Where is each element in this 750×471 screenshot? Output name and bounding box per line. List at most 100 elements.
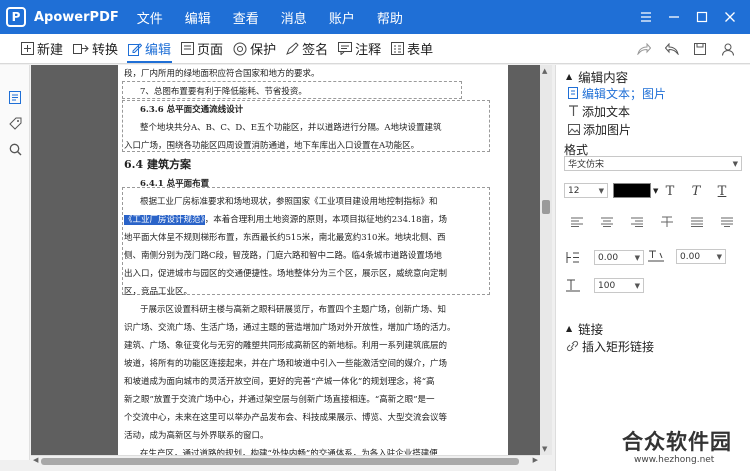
- share-icon[interactable]: [630, 35, 658, 63]
- window-controls: [632, 0, 744, 34]
- doc-line[interactable]: 根据工业厂房标准要求和场地现状，参照国家《工业项目建设用地控制指标》和: [124, 193, 500, 211]
- bookmark-icon[interactable]: [0, 110, 30, 136]
- bold-icon[interactable]: T: [660, 181, 680, 201]
- page-label: 页面: [197, 43, 224, 58]
- add-text-label: 添加文本: [582, 104, 631, 119]
- form-button[interactable]: 表单: [386, 34, 438, 64]
- sign-label: 签名: [302, 43, 329, 58]
- doc-line[interactable]: 段，厂内所用的绿地面积应符合国家和地方的要求。: [124, 65, 500, 83]
- doc-line[interactable]: 整个地块共分A、B、C、D、E五个功能区，并以道路进行分隔。A地块设置建筑: [124, 119, 500, 137]
- chevron-down-icon: ▼: [732, 160, 738, 168]
- doc-line[interactable]: 侧、南侧分别为茂门路C段，智茂路，门庭六路和智中二路。临4条城市道路设置场地: [124, 247, 500, 265]
- strikethrough-icon[interactable]: [656, 212, 678, 232]
- doc-line[interactable]: 活动，成为高新区与外界联系的窗口。: [124, 427, 500, 445]
- add-image-icon: [568, 123, 580, 135]
- align-right-icon[interactable]: [626, 212, 648, 232]
- add-image-label: 添加图片: [583, 122, 632, 137]
- scroll-right-arrow-icon[interactable]: ▶: [533, 456, 538, 464]
- doc-line[interactable]: 于展示区设置科研主楼与高新之眼科研展览厅，布置四个主题广场，创新广场、知: [124, 301, 500, 319]
- line-spacing-control: 0.00 ▼: [566, 250, 644, 265]
- doc-line[interactable]: 识广场、交流广场、生活广场，通过主题的营造增加广场对外开放性，增加广场的活力。: [124, 319, 500, 337]
- insert-rect-link-label: 插入矩形链接: [582, 339, 655, 354]
- maximize-icon[interactable]: [688, 5, 716, 29]
- sign-button[interactable]: 签名: [281, 34, 333, 64]
- menu-account[interactable]: 账户: [329, 8, 355, 27]
- scroll-left-arrow-icon[interactable]: ◀: [33, 456, 38, 464]
- close-icon[interactable]: [716, 5, 744, 29]
- insert-rect-link-option[interactable]: 插入矩形链接: [566, 337, 654, 355]
- align-justify-icon[interactable]: [686, 212, 708, 232]
- watermark: 合众软件园 www.hezhong.net: [614, 424, 750, 471]
- text-style-group: T T T: [660, 181, 732, 201]
- doc-line[interactable]: 建筑、广场、象征变化与无穷的雕塑共同形成高新区的新地标。利用一系列建筑底层的: [124, 337, 500, 355]
- chevron-down-icon: ▼: [634, 254, 640, 262]
- align-center-icon[interactable]: [596, 212, 618, 232]
- scroll-up-arrow-icon[interactable]: ▲: [542, 67, 547, 75]
- minimize-icon[interactable]: [660, 5, 688, 29]
- char-spacing-value: 0.00: [680, 251, 701, 262]
- horizontal-scroll-thumb[interactable]: [41, 458, 519, 465]
- menu-view[interactable]: 查看: [233, 8, 259, 27]
- thumbnail-icon[interactable]: [0, 84, 30, 110]
- doc-line[interactable]: 出入口，促进城市与园区的交通便捷性。场地整体分为三个区，展示区，威统意向定制: [124, 265, 500, 283]
- doc-line[interactable]: 坡道，将所有的功能区连接起来，并在广场和坡道中引入一些能激活空间的媒介，广场: [124, 355, 500, 373]
- underline-icon[interactable]: T: [712, 181, 732, 201]
- link-header[interactable]: ▲ 链接: [566, 319, 603, 338]
- add-text-option[interactable]: 添加文本: [568, 102, 630, 120]
- horizontal-scrollbar[interactable]: ◀ ▶: [31, 455, 540, 467]
- edit-text-image-option[interactable]: 编辑文本；图片: [568, 84, 666, 102]
- chevron-down-icon: ▼: [598, 187, 604, 195]
- menu-file[interactable]: 文件: [137, 8, 163, 27]
- protect-button[interactable]: 保护: [228, 34, 281, 64]
- vertical-scrollbar[interactable]: ▲ ▼: [540, 65, 552, 455]
- undo-icon[interactable]: [658, 35, 686, 63]
- page-button[interactable]: 页面: [176, 34, 228, 64]
- search-icon[interactable]: [0, 136, 30, 162]
- font-family-select[interactable]: 华文仿宋 ▼: [564, 156, 742, 171]
- doc-line[interactable]: 个交流中心，未来在这里可以举办产品发布会、科技成果展示、博览、大型交流会议等: [124, 409, 500, 427]
- italic-icon[interactable]: T: [686, 181, 706, 201]
- scale-select[interactable]: 100 ▼: [594, 278, 644, 293]
- char-spacing-select[interactable]: 0.00 ▼: [676, 249, 726, 264]
- edit-tab-button[interactable]: 编辑: [123, 34, 176, 64]
- font-size-select[interactable]: 12 ▼: [564, 183, 608, 198]
- new-button[interactable]: 新建: [16, 34, 68, 64]
- scroll-down-arrow-icon[interactable]: ▼: [542, 445, 547, 453]
- doc-line[interactable]: 地平面大体呈不规则梯形布置，东西最长约515米，南北最宽约310米。地块北侧、西: [124, 229, 500, 247]
- convert-button[interactable]: 转换: [68, 34, 123, 64]
- doc-line[interactable]: 新之眼”放置于交流广场中心，并通过架空层与创新广场直接相连。“高新之眼”是一: [124, 391, 500, 409]
- doc-line[interactable]: 《工业厂房设计规范》，本着合理利用土地资源的原则，本项目拟征地约234.18亩，…: [124, 211, 500, 229]
- form-label: 表单: [407, 43, 434, 58]
- add-image-option[interactable]: 添加图片: [568, 120, 631, 138]
- link-icon: [566, 340, 579, 352]
- doc-line[interactable]: 和坡道成为面向城市的灵活开放空间，更好的完善“产城一体化”的规划理念，将“高: [124, 373, 500, 391]
- menu-help[interactable]: 帮助: [377, 8, 403, 27]
- watermark-url: www.hezhong.net: [634, 455, 715, 465]
- save-icon[interactable]: [686, 35, 714, 63]
- pdf-page[interactable]: 段，厂内所用的绿地面积应符合国家和地方的要求。 7、总图布置要有利于降低能耗、节…: [118, 65, 508, 455]
- doc-line[interactable]: 入口广场，围绕各功能区四周设置消防通道，地下车库出入口设置在A功能区。: [124, 137, 500, 155]
- vertical-scroll-thumb[interactable]: [542, 200, 550, 214]
- title-bar: P ApowerPDF 文件 编辑 查看 消息 账户 帮助: [0, 0, 750, 34]
- text-color-picker[interactable]: ▼: [613, 183, 658, 198]
- align-distribute-icon[interactable]: [716, 212, 738, 232]
- doc-line[interactable]: 在生产区，通过道路的规划，构建“外快内畅”的交通体系，为各入驻企业搭建便: [124, 445, 500, 455]
- selected-text[interactable]: 《工业厂房设计规范》: [124, 215, 205, 225]
- page-icon: [181, 42, 195, 55]
- doc-line[interactable]: 7、总图布置要有利于降低能耗、节省投资。: [124, 83, 500, 101]
- settings-menu-icon[interactable]: [632, 5, 660, 29]
- menu-edit[interactable]: 编辑: [185, 8, 211, 27]
- doc-heading[interactable]: 6.4 建筑方案: [124, 155, 500, 175]
- doc-heading[interactable]: 6.4.1 总平面布置: [124, 175, 500, 193]
- doc-line[interactable]: 区，竞品工业区。: [124, 283, 500, 301]
- alignment-group: [566, 212, 738, 232]
- user-icon[interactable]: [714, 35, 742, 63]
- document-viewer[interactable]: 段，厂内所用的绿地面积应符合国家和地方的要求。 7、总图布置要有利于降低能耗、节…: [31, 65, 540, 455]
- doc-heading[interactable]: 6.3.6 总平面交通流线设计: [124, 101, 500, 119]
- comment-button[interactable]: 注释: [333, 34, 386, 64]
- menu-messages[interactable]: 消息: [281, 8, 307, 27]
- char-spacing-control: 0.00 ▼: [648, 249, 726, 264]
- line-spacing-select[interactable]: 0.00 ▼: [594, 250, 644, 265]
- align-left-icon[interactable]: [566, 212, 588, 232]
- form-icon: [391, 42, 405, 55]
